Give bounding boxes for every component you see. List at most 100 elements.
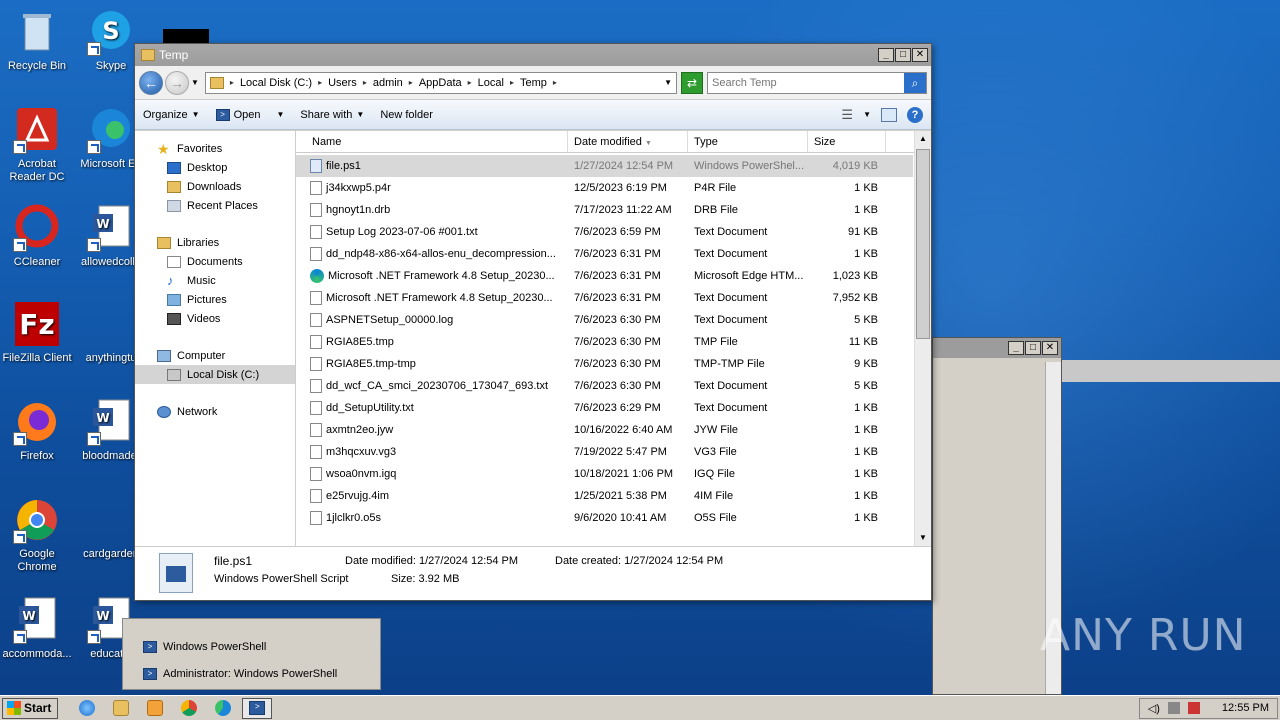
network-icon[interactable] [1167, 702, 1180, 714]
nav-pictures[interactable]: Pictures [135, 290, 295, 309]
breadcrumb-separator-icon[interactable]: ▸ [468, 78, 472, 87]
column-header-size[interactable]: Size [808, 131, 886, 152]
vertical-scrollbar[interactable]: ▲ ▼ [914, 131, 931, 546]
maximize-button[interactable]: □ [1025, 341, 1041, 355]
refresh-button[interactable]: ⇄ [681, 71, 703, 94]
search-box[interactable]: ⌕ [707, 71, 927, 94]
jumplist-item-windows-powershell[interactable]: > Windows PowerShell [123, 633, 380, 660]
clock[interactable]: 12:55 PM [1222, 702, 1269, 714]
back-button[interactable]: ← [139, 70, 163, 95]
file-row[interactable]: Microsoft .NET Framework 4.8 Setup_20230… [296, 287, 913, 309]
file-row[interactable]: RGIA8E5.tmp-tmp 7/6/2023 6:30 PM TMP-TMP… [296, 353, 913, 375]
jumplist-item-admin-powershell[interactable]: > Administrator: Windows PowerShell [123, 660, 380, 687]
file-row[interactable]: dd_ndp48-x86-x64-allos-enu_decompression… [296, 243, 913, 265]
column-header-name[interactable]: Name [296, 131, 568, 152]
nav-documents[interactable]: Documents [135, 252, 295, 271]
window-titlebar[interactable]: Temp _ □ ✕ [135, 44, 931, 66]
file-row[interactable]: ASPNETSetup_00000.log 7/6/2023 6:30 PM T… [296, 309, 913, 331]
file-row[interactable]: dd_wcf_CA_smci_20230706_173047_693.txt 7… [296, 375, 913, 397]
breadcrumb-item-users[interactable]: Users [328, 77, 357, 89]
desktop-icon-acrobat[interactable]: Acrobat Reader DC [0, 106, 74, 184]
desktop-icon-filezilla[interactable]: Fz FileZilla Client [0, 300, 74, 365]
nav-videos[interactable]: Videos [135, 309, 295, 328]
file-row[interactable]: wsoa0nvm.igq 10/18/2021 1:06 PM IGQ File… [296, 463, 913, 485]
close-button[interactable]: ✕ [1042, 341, 1058, 355]
breadcrumb-item-appdata[interactable]: AppData [419, 77, 462, 89]
file-row[interactable]: RGIA8E5.tmp 7/6/2023 6:30 PM TMP File 11… [296, 331, 913, 353]
address-bar[interactable]: ▸ Local Disk (C:) ▸ Users ▸ admin ▸ AppD… [204, 71, 677, 94]
volume-icon[interactable]: ◁) [1148, 702, 1160, 715]
taskbar-media-player[interactable] [140, 698, 170, 719]
view-options-icon[interactable]: ☰ [841, 107, 853, 123]
recent-pages-chevron-icon[interactable]: ▼ [191, 78, 199, 87]
breadcrumb-separator-icon[interactable]: ▸ [409, 78, 413, 87]
nav-network[interactable]: Network [135, 402, 295, 421]
chevron-down-icon[interactable]: ▼ [863, 110, 871, 119]
desktop-icon-accommoda[interactable]: W accommoda... [0, 596, 74, 661]
organize-button[interactable]: Organize ▼ [143, 109, 200, 121]
desktop-icon-firefox[interactable]: Firefox [0, 398, 74, 463]
action-center-icon[interactable] [1187, 702, 1200, 714]
scroll-up-icon[interactable]: ▲ [915, 131, 931, 147]
breadcrumb-separator-icon[interactable]: ▸ [510, 78, 514, 87]
breadcrumb-separator-icon[interactable]: ▸ [553, 78, 557, 87]
breadcrumb-item-temp[interactable]: Temp [520, 77, 547, 89]
breadcrumb-separator-icon[interactable]: ▸ [318, 78, 322, 87]
nav-local-disk[interactable]: Local Disk (C:) [135, 365, 295, 384]
column-header-type[interactable]: Type [688, 131, 808, 152]
desktop-icon-google-chrome[interactable]: Google Chrome [0, 496, 74, 574]
open-button[interactable]: > Open ▼ [215, 108, 284, 121]
minimize-button[interactable]: _ [1008, 341, 1024, 355]
folder-icon [209, 76, 224, 89]
nav-recent-places[interactable]: Recent Places [135, 196, 295, 215]
file-row[interactable]: hgnoyt1n.drb 7/17/2023 11:22 AM DRB File… [296, 199, 913, 221]
taskbar-edge[interactable] [208, 698, 238, 719]
breadcrumb-item-local[interactable]: Local [478, 77, 504, 89]
help-icon[interactable]: ? [907, 106, 923, 123]
nav-desktop[interactable]: Desktop [135, 158, 295, 177]
preview-pane-icon[interactable] [881, 107, 897, 122]
scroll-down-icon[interactable]: ▼ [915, 530, 931, 546]
address-dropdown-icon[interactable]: ▼ [664, 78, 672, 87]
scrollbar-thumb[interactable] [916, 149, 930, 339]
maximize-button[interactable]: □ [895, 48, 911, 62]
search-input[interactable] [708, 73, 904, 92]
file-row[interactable]: dd_SetupUtility.txt 7/6/2023 6:29 PM Tex… [296, 397, 913, 419]
close-button[interactable]: ✕ [912, 48, 928, 62]
forward-button[interactable]: → [165, 70, 189, 95]
file-row[interactable]: m3hqcxuv.vg3 7/19/2022 5:47 PM VG3 File … [296, 441, 913, 463]
explorer-window[interactable]: Temp _ □ ✕ ← → ▼ ▸ Local Disk (C:) ▸ Use… [134, 43, 932, 601]
breadcrumb-separator-icon[interactable]: ▸ [363, 78, 367, 87]
file-row[interactable]: Microsoft .NET Framework 4.8 Setup_20230… [296, 265, 913, 287]
breadcrumb-separator-icon[interactable]: ▸ [230, 78, 234, 87]
column-header-date-modified[interactable]: Date modified ▼ [568, 131, 688, 152]
nav-favorites[interactable]: ★ Favorites [135, 139, 295, 158]
file-row[interactable]: e25rvujg.4im 1/25/2021 5:38 PM 4IM File … [296, 485, 913, 507]
desktop-icon-ccleaner[interactable]: CCleaner [0, 204, 74, 269]
background-window-titlebar[interactable]: _ □ ✕ [933, 338, 1061, 358]
file-row[interactable]: 1jlclkr0.o5s 9/6/2020 10:41 AM O5S File … [296, 507, 913, 529]
file-row[interactable]: j34kxwp5.p4r 12/5/2023 6:19 PM P4R File … [296, 177, 913, 199]
file-list-pane[interactable]: Name Date modified ▼ Type Size file.ps1 … [296, 131, 931, 546]
nav-downloads[interactable]: Downloads [135, 177, 295, 196]
file-row[interactable]: file.ps1 1/27/2024 12:54 PM Windows Powe… [296, 155, 913, 177]
taskbar-chrome[interactable] [174, 698, 204, 719]
taskbar-powershell[interactable]: > [242, 697, 273, 719]
new-folder-button[interactable]: New folder [380, 109, 433, 121]
file-row[interactable]: Setup Log 2023-07-06 #001.txt 7/6/2023 6… [296, 221, 913, 243]
chevron-down-icon[interactable]: ▼ [276, 110, 284, 119]
taskbar-explorer[interactable] [106, 698, 136, 719]
search-icon[interactable]: ⌕ [904, 72, 926, 93]
start-button[interactable]: Start [2, 697, 59, 719]
minimize-button[interactable]: _ [878, 48, 894, 62]
file-icon [310, 467, 322, 481]
nav-libraries[interactable]: Libraries [135, 233, 295, 252]
taskbar-internet-explorer[interactable] [72, 698, 102, 719]
desktop-icon-recycle-bin[interactable]: Recycle Bin [0, 8, 74, 73]
nav-computer[interactable]: Computer [135, 346, 295, 365]
breadcrumb-item-admin[interactable]: admin [373, 77, 403, 89]
share-with-button[interactable]: Share with ▼ [300, 109, 364, 121]
breadcrumb-item-local-disk[interactable]: Local Disk (C:) [240, 77, 312, 89]
file-row[interactable]: axmtn2eo.jyw 10/16/2022 6:40 AM JYW File… [296, 419, 913, 441]
nav-music[interactable]: ♪ Music [135, 271, 295, 290]
